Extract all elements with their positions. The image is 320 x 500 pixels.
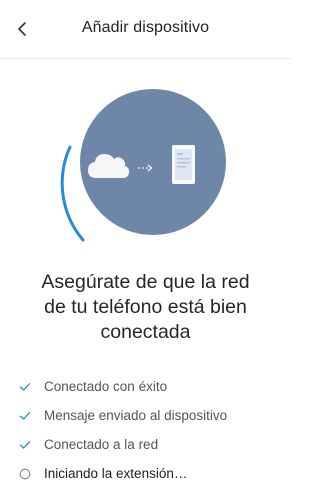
add-device-screen: Añadir dispositivo Asegúrate de que la r… <box>0 0 291 500</box>
page-title: Añadir dispositivo <box>81 19 210 36</box>
headline-line-1: Asegúrate de que la red <box>41 271 250 293</box>
step-label: Conectado a la red <box>44 437 159 452</box>
check-icon <box>18 409 32 423</box>
step-starting-extension: Iniciando la extensión… <box>18 459 278 488</box>
headline-line-3: conectada <box>100 321 191 343</box>
circle-icon <box>18 467 32 481</box>
step-label: Mensaje enviado al dispositivo <box>44 408 228 423</box>
top-bar: Añadir dispositivo <box>0 0 291 59</box>
progress-arc <box>60 145 85 242</box>
step-label: Conectado con éxito <box>44 379 168 394</box>
phone-icon <box>172 145 195 184</box>
step-label: Iniciando la extensión… <box>44 466 188 481</box>
step-connected: Conectado con éxito <box>18 372 278 401</box>
connection-illustration <box>60 89 226 242</box>
connection-steps: Conectado con éxito Mensaje enviado al d… <box>18 372 278 488</box>
step-message-sent: Mensaje enviado al dispositivo <box>18 401 278 430</box>
check-icon <box>18 380 32 394</box>
check-icon <box>18 438 32 452</box>
headline-line-2: de tu teléfono está bien <box>44 296 247 318</box>
step-network-connected: Conectado a la red <box>18 430 278 459</box>
headline: Asegúrate de que la red de tu teléfono e… <box>16 270 275 345</box>
